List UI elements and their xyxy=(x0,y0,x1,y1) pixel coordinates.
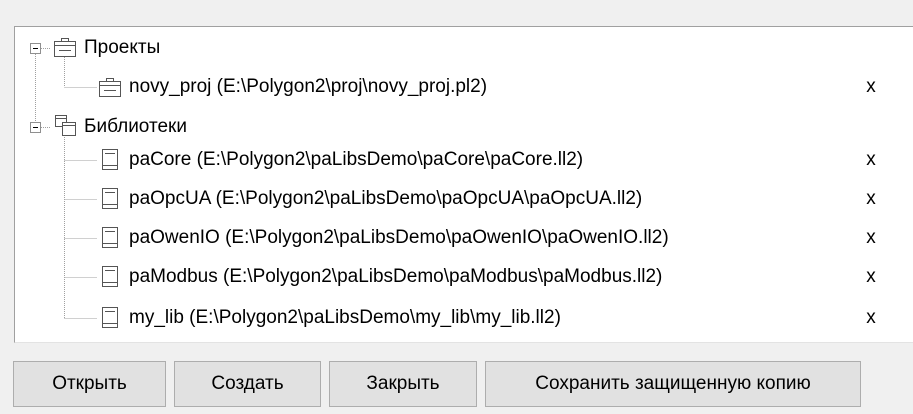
tree-node-projects[interactable]: Проекты xyxy=(84,31,160,65)
library-book-icon xyxy=(102,149,118,170)
remove-library-button[interactable]: x xyxy=(859,301,883,335)
library-book-icon xyxy=(102,266,118,287)
tree-item-library[interactable]: paOpcUA (E:\Polygon2\paLibsDemo\paOpcUA\… xyxy=(129,182,642,216)
tree-item-library[interactable]: paOwenIO (E:\Polygon2\paLibsDemo\paOwenI… xyxy=(129,221,669,255)
remove-library-button[interactable]: x xyxy=(859,143,883,177)
remove-library-button[interactable]: x xyxy=(859,182,883,216)
projects-label: Проекты xyxy=(84,37,161,58)
library-path-label: paCore (E:\Polygon2\paLibsDemo\paCore\pa… xyxy=(129,149,584,170)
library-path-label: paOwenIO (E:\Polygon2\paLibsDemo\paOwenI… xyxy=(129,227,669,248)
libraries-icon xyxy=(55,115,76,136)
project-tree[interactable]: Проекты novy_proj (E:\Polygon2\proj\novy… xyxy=(14,26,913,343)
library-book-icon xyxy=(102,307,118,328)
library-book-icon xyxy=(102,227,118,248)
libraries-label: Библиотеки xyxy=(84,116,187,137)
collapse-projects-toggle[interactable] xyxy=(30,43,41,54)
library-book-icon xyxy=(102,188,118,209)
tree-node-libraries[interactable]: Библиотеки xyxy=(84,110,187,144)
project-file-icon xyxy=(99,78,121,97)
tree-item-library[interactable]: paCore (E:\Polygon2\paLibsDemo\paCore\pa… xyxy=(129,143,583,177)
close-button[interactable]: Закрыть xyxy=(329,361,477,407)
remove-project-button[interactable]: x xyxy=(859,70,883,104)
button-bar: Открыть Создать Закрыть Сохранить защище… xyxy=(13,361,869,407)
library-path-label: paOpcUA (E:\Polygon2\paLibsDemo\paOpcUA\… xyxy=(129,188,643,209)
create-button[interactable]: Создать xyxy=(174,361,321,407)
project-folder-icon xyxy=(54,38,76,57)
collapse-libraries-toggle[interactable] xyxy=(30,122,41,133)
save-protected-copy-button[interactable]: Сохранить защищенную копию xyxy=(485,361,861,407)
remove-library-button[interactable]: x xyxy=(859,260,883,294)
project-path-label: novy_proj (E:\Polygon2\proj\novy_proj.pl… xyxy=(129,76,488,97)
library-path-label: paModbus (E:\Polygon2\paLibsDemo\paModbu… xyxy=(129,266,663,287)
open-button[interactable]: Открыть xyxy=(13,361,166,407)
library-path-label: my_lib (E:\Polygon2\paLibsDemo\my_lib\my… xyxy=(129,307,561,328)
remove-library-button[interactable]: x xyxy=(859,221,883,255)
tree-item-project[interactable]: novy_proj (E:\Polygon2\proj\novy_proj.pl… xyxy=(129,70,487,104)
tree-item-library[interactable]: paModbus (E:\Polygon2\paLibsDemo\paModbu… xyxy=(129,260,662,294)
tree-item-library[interactable]: my_lib (E:\Polygon2\paLibsDemo\my_lib\my… xyxy=(129,301,561,335)
